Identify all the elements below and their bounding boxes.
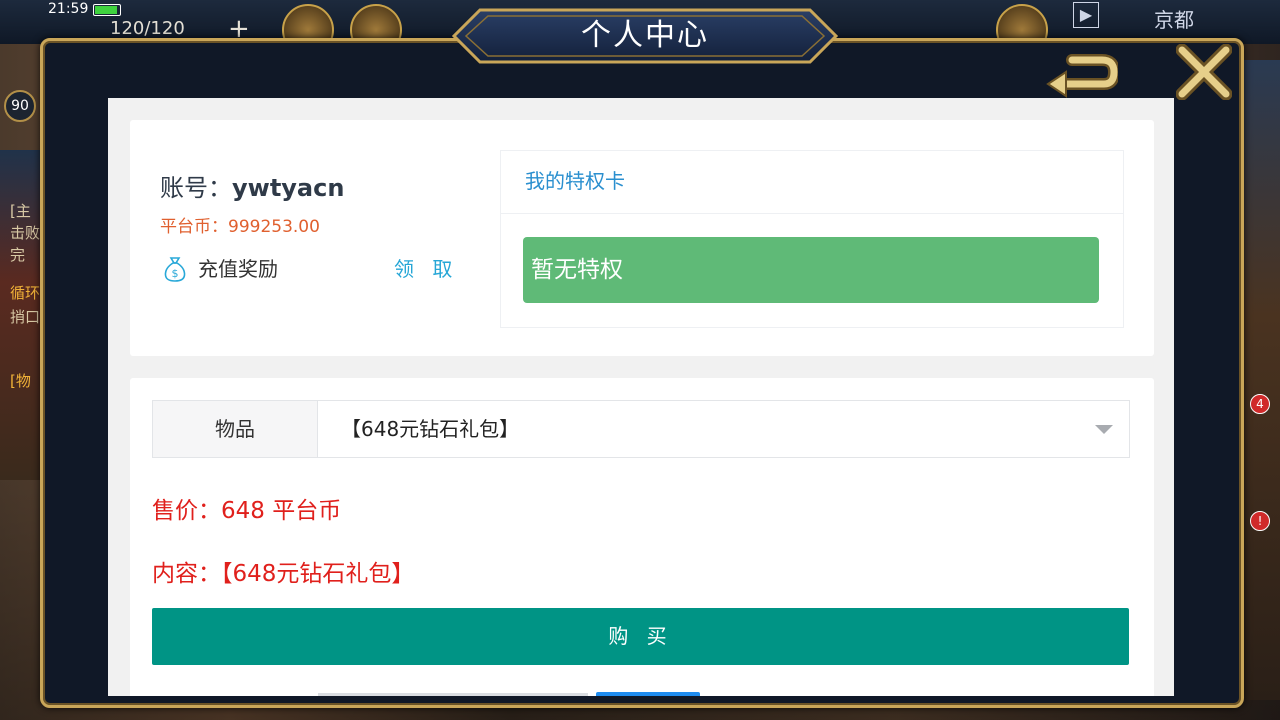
close-x-icon [1175,43,1233,101]
money-bag-icon: $ [164,257,186,282]
privilege-empty-banner: 暂无特权 [523,237,1099,303]
coins-value: 999253.00 [228,217,320,237]
partial-button-below[interactable] [596,692,700,696]
notification-badge: 4 [1250,394,1270,414]
clock: 21:59 [48,1,89,17]
privilege-header: 我的特权卡 [501,151,1123,214]
privilege-empty-text: 暂无特权 [531,257,623,283]
caret-down-icon [1095,425,1113,434]
coins-label: 平台币： [160,217,228,237]
play-icon[interactable]: ▶ [1073,2,1099,28]
privilege-card-box: 我的特权卡 暂无特权 [500,150,1124,328]
content-text: 内容：【648元钻石礼包】 [152,561,415,587]
platform-coins: 平台币：999253.00 [160,212,320,237]
quest-text: [物 [10,372,31,390]
quest-text: 击败 [10,224,41,242]
quest-text: 完 [10,246,26,264]
left-quest-panel[interactable]: [主 击败 完 循环 捎口 [物 [0,150,42,480]
quest-text: [主 [10,202,31,220]
recharge-reward-label: 充值奖励 [198,257,278,281]
account-name: ywtyacn [232,174,345,202]
account-card: 账号：ywtyacn 平台币：999253.00 $ 充值奖励 领 取 我的特权… [130,120,1154,356]
city-name: 京都 [1154,8,1194,32]
back-button[interactable] [1044,50,1121,100]
stamina-counter: 120/120 [110,18,185,39]
partial-input-below [318,693,588,696]
item-label: 物品 [153,401,318,457]
item-dropdown[interactable]: 【648元钻石礼包】 [317,401,1129,457]
price-text: 售价：648 平台币 [152,498,342,524]
content-panel: 账号：ywtyacn 平台币：999253.00 $ 充值奖励 领 取 我的特权… [108,98,1174,696]
account-label: 账号： [160,174,232,202]
quest-text: 捎口 [10,308,41,326]
back-arrow-icon [1046,54,1121,98]
quest-text: 循环 [10,284,41,302]
claim-button[interactable]: 领 取 [394,256,458,282]
right-hud-panel [1242,60,1280,700]
item-selected-value: 【648元钻石礼包】 [341,417,520,441]
svg-text:$: $ [172,267,179,280]
privilege-title: 我的特权卡 [525,169,625,193]
account-line: 账号：ywtyacn [160,168,344,203]
battery-icon [93,4,121,16]
close-button[interactable] [1175,43,1233,101]
item-select-row: 物品 【648元钻石礼包】 [152,400,1130,458]
purchase-card: 物品 【648元钻石礼包】 售价：648 平台币 内容：【648元钻石礼包】 购… [130,378,1154,696]
player-level-badge: 90 [4,90,36,122]
modal-title: 个人中心 [581,18,709,53]
notification-badge: ! [1250,511,1270,531]
buy-button[interactable]: 购 买 [152,608,1129,665]
